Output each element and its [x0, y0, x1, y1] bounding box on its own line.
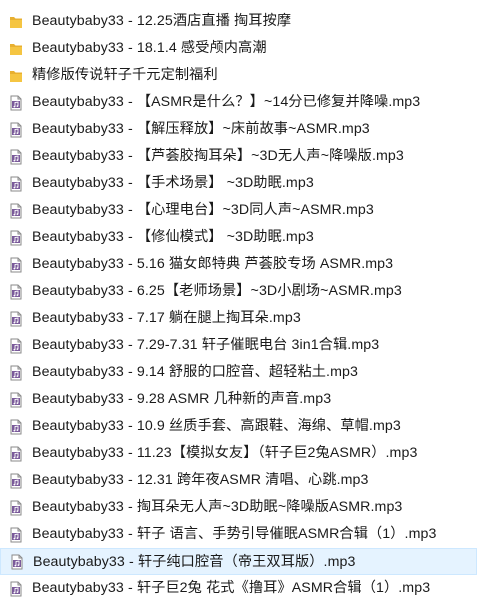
audio-file-icon — [10, 338, 22, 353]
audio-file-icon — [10, 122, 22, 137]
item-name: Beautybaby33 - 轩子巨2兔 花式《撸耳》ASMR合辑（1）.mp3 — [32, 580, 431, 596]
item-name: Beautybaby33 - 7.29-7.31 轩子催眠电台 3in1合辑.m… — [32, 337, 380, 353]
audio-file-icon — [10, 95, 22, 110]
item-name: Beautybaby33 - 【ASMR是什么？】~14分已修复并降噪.mp3 — [32, 94, 421, 110]
file-item[interactable]: Beautybaby33 - 轩子巨2兔 花式《撸耳》ASMR合辑（1）.mp3 — [0, 575, 477, 602]
folder-item[interactable]: Beautybaby33 - 12.25酒店直播 掏耳按摩 — [0, 8, 477, 35]
item-name: Beautybaby33 - 12.31 跨年夜ASMR 清唱、心跳.mp3 — [32, 472, 369, 488]
item-name: Beautybaby33 - 轩子纯口腔音（帝王双耳版）.mp3 — [33, 554, 356, 570]
file-item[interactable]: Beautybaby33 - 9.28 ASMR 几种新的声音.mp3 — [0, 386, 477, 413]
audio-file-icon — [10, 176, 22, 191]
file-item[interactable]: Beautybaby33 - 【修仙模式】 ~3D助眠.mp3 — [0, 224, 477, 251]
item-name: 精修版传说轩子千元定制福利 — [32, 67, 218, 83]
item-name: Beautybaby33 - 【手术场景】 ~3D助眠.mp3 — [32, 175, 314, 191]
item-name: Beautybaby33 - 【修仙模式】 ~3D助眠.mp3 — [32, 229, 314, 245]
item-name: Beautybaby33 - 18.1.4 感受颅内高潮 — [32, 40, 267, 56]
audio-file-icon — [10, 473, 22, 488]
audio-file-icon — [10, 230, 22, 245]
folder-item[interactable]: Beautybaby33 - 18.1.4 感受颅内高潮 — [0, 35, 477, 62]
file-item[interactable]: Beautybaby33 - 【ASMR是什么？】~14分已修复并降噪.mp3 — [0, 89, 477, 116]
item-name: Beautybaby33 - 【心理电台】~3D同人声~ASMR.mp3 — [32, 202, 374, 218]
file-item[interactable]: Beautybaby33 - 【心理电台】~3D同人声~ASMR.mp3 — [0, 197, 477, 224]
file-item[interactable]: Beautybaby33 - 10.9 丝质手套、高跟鞋、海绵、草帽.mp3 — [0, 413, 477, 440]
audio-file-icon — [10, 392, 22, 407]
audio-file-icon — [10, 446, 22, 461]
item-name: Beautybaby33 - 6.25【老师场景】~3D小剧场~ASMR.mp3 — [32, 283, 402, 299]
audio-file-icon — [10, 203, 22, 218]
file-item[interactable]: Beautybaby33 - 掏耳朵无人声~3D助眠~降噪版ASMR.mp3 — [0, 494, 477, 521]
item-name: Beautybaby33 - 11.23【模拟女友】（轩子巨2兔ASMR）.mp… — [32, 445, 418, 461]
file-list: Beautybaby33 - 12.25酒店直播 掏耳按摩 Beautybaby3… — [0, 0, 477, 614]
file-item[interactable]: Beautybaby33 - 9.14 舒服的口腔音、超轻粘土.mp3 — [0, 359, 477, 386]
folder-icon — [10, 16, 22, 28]
folder-icon — [10, 43, 22, 55]
item-name: Beautybaby33 - 轩子 语言、手势引导催眠ASMR合辑（1）.mp3 — [32, 526, 437, 542]
item-name: Beautybaby33 - 10.9 丝质手套、高跟鞋、海绵、草帽.mp3 — [32, 418, 401, 434]
audio-file-icon — [10, 257, 22, 272]
audio-file-icon — [10, 581, 22, 596]
folder-icon — [10, 70, 22, 82]
item-name: Beautybaby33 - 7.17 躺在腿上掏耳朵.mp3 — [32, 310, 301, 326]
audio-file-icon — [10, 284, 22, 299]
file-item[interactable]: Beautybaby33 - 轩子纯口腔音（帝王双耳版）.mp3 — [0, 548, 477, 575]
audio-file-icon — [10, 311, 22, 326]
file-item[interactable]: Beautybaby33 - 7.17 躺在腿上掏耳朵.mp3 — [0, 305, 477, 332]
file-item[interactable]: Beautybaby33 - 5.16 猫女郎特典 芦荟胶专场 ASMR.mp3 — [0, 251, 477, 278]
file-item[interactable]: Beautybaby33 - 6.25【老师场景】~3D小剧场~ASMR.mp3 — [0, 278, 477, 305]
audio-file-icon — [10, 419, 22, 434]
item-name: Beautybaby33 - 5.16 猫女郎特典 芦荟胶专场 ASMR.mp3 — [32, 256, 394, 272]
file-item[interactable]: Beautybaby33 - 【解压释放】~床前故事~ASMR.mp3 — [0, 116, 477, 143]
audio-file-icon — [10, 527, 22, 542]
file-item[interactable]: Beautybaby33 - 12.31 跨年夜ASMR 清唱、心跳.mp3 — [0, 467, 477, 494]
file-item[interactable]: Beautybaby33 - 轩子 语言、手势引导催眠ASMR合辑（1）.mp3 — [0, 521, 477, 548]
item-name: Beautybaby33 - 掏耳朵无人声~3D助眠~降噪版ASMR.mp3 — [32, 499, 403, 515]
folder-item[interactable]: 精修版传说轩子千元定制福利 — [0, 62, 477, 89]
item-name: Beautybaby33 - 【芦荟胶掏耳朵】~3D无人声~降噪版.mp3 — [32, 148, 404, 164]
audio-file-icon — [11, 554, 23, 569]
item-name: Beautybaby33 - 9.28 ASMR 几种新的声音.mp3 — [32, 391, 332, 407]
audio-file-icon — [10, 365, 22, 380]
audio-file-icon — [10, 500, 22, 515]
item-name: Beautybaby33 - 【解压释放】~床前故事~ASMR.mp3 — [32, 121, 370, 137]
item-name: Beautybaby33 - 12.25酒店直播 掏耳按摩 — [32, 13, 292, 29]
file-item[interactable]: Beautybaby33 - 【手术场景】 ~3D助眠.mp3 — [0, 170, 477, 197]
file-item[interactable]: Beautybaby33 - 11.23【模拟女友】（轩子巨2兔ASMR）.mp… — [0, 440, 477, 467]
file-item[interactable]: Beautybaby33 - 7.29-7.31 轩子催眠电台 3in1合辑.m… — [0, 332, 477, 359]
item-name: Beautybaby33 - 9.14 舒服的口腔音、超轻粘土.mp3 — [32, 364, 358, 380]
file-item[interactable]: Beautybaby33 - 【芦荟胶掏耳朵】~3D无人声~降噪版.mp3 — [0, 143, 477, 170]
audio-file-icon — [10, 149, 22, 164]
